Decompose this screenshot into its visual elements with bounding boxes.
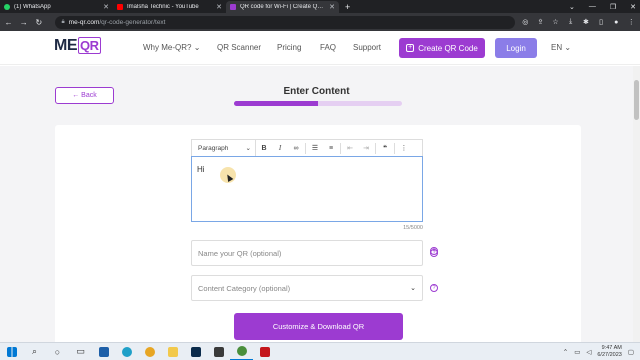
- tab-title: Imalsha Technic - YouTube: [127, 4, 199, 10]
- menu-icon[interactable]: ⋮: [627, 18, 636, 26]
- page-body: ← Back Enter Content Paragraph ⌄ B I ∞ ☰ …: [0, 66, 633, 342]
- system-tray: ⌃ ▭ ◁ 9:47 AM 6/27/2023 ▢: [563, 343, 634, 360]
- file-explorer-icon[interactable]: [161, 343, 184, 360]
- text-editor[interactable]: Hi: [191, 156, 423, 222]
- address-bar[interactable]: 🔒︎ me-qr.com/qr-code-generator/text: [55, 15, 515, 29]
- site-header: ME QR Why Me-QR? ⌄ QR Scanner Pricing FAQ…: [0, 31, 640, 65]
- edge-icon[interactable]: [115, 343, 138, 360]
- chevron-down-icon: ⌄: [564, 43, 572, 52]
- chevron-up-icon[interactable]: ⌃: [563, 348, 568, 356]
- youtube-icon: [117, 4, 123, 10]
- meqr-logo[interactable]: ME QR: [54, 37, 101, 55]
- search-icon[interactable]: ⌕: [23, 343, 46, 360]
- create-qr-button[interactable]: + Create QR Code: [399, 38, 485, 58]
- content-category-select[interactable]: Content Category (optional) ⌄: [191, 275, 423, 301]
- editor-toolbar: Paragraph ⌄ B I ∞ ☰ ≡ ⇤ ⇥ ❝ ⋮: [191, 139, 423, 156]
- close-icon[interactable]: ✕: [103, 3, 109, 11]
- chrome-icon[interactable]: [138, 343, 161, 360]
- forward-arrow-icon[interactable]: →: [19, 18, 28, 27]
- bulleted-list-icon[interactable]: ☰: [307, 144, 323, 152]
- notification-icon[interactable]: ▢: [628, 348, 634, 356]
- back-arrow-icon[interactable]: ←: [4, 18, 13, 27]
- meqr-icon: [230, 4, 236, 10]
- chevron-down-icon: ⌄: [245, 145, 251, 152]
- browser-toolbar: ← → ↻ 🔒︎ me-qr.com/qr-code-generator/tex…: [0, 13, 640, 31]
- scrollbar[interactable]: [633, 66, 640, 342]
- tab-youtube[interactable]: Imalsha Technic - YouTube ✕: [113, 1, 226, 13]
- scrollbar-thumb[interactable]: [634, 80, 639, 120]
- share-icon[interactable]: ⇪: [536, 18, 545, 26]
- avatar[interactable]: ●: [612, 19, 621, 26]
- whatsapp-icon: [4, 4, 10, 10]
- progress-fill: [234, 101, 318, 106]
- acrobat-icon[interactable]: [253, 343, 276, 360]
- extensions-icon[interactable]: ✱: [581, 18, 590, 26]
- window-controls: ⌄ — ❐ ✕: [569, 0, 636, 13]
- tab-whatsapp[interactable]: (1) WhatsApp ✕: [0, 1, 113, 13]
- editor-text: Hi: [197, 165, 205, 174]
- customize-download-button[interactable]: Customize & Download QR: [234, 313, 403, 340]
- reload-icon[interactable]: ↻: [34, 18, 43, 27]
- network-icon[interactable]: ▭: [574, 348, 580, 356]
- tab-meqr[interactable]: QR code for Wi-Fi | Create QR tr... ✕: [226, 1, 339, 13]
- close-icon[interactable]: ✕: [329, 3, 335, 11]
- help-icon[interactable]: ?: [430, 284, 438, 292]
- close-icon[interactable]: ✕: [216, 3, 222, 11]
- clock[interactable]: 9:47 AM 6/27/2023: [597, 345, 621, 359]
- task-view-icon[interactable]: ○: [46, 343, 69, 360]
- url-domain: me-qr.com: [68, 18, 100, 26]
- minimize-icon[interactable]: —: [589, 3, 596, 10]
- link-icon[interactable]: ∞: [288, 145, 304, 152]
- windows-start-icon[interactable]: [0, 343, 23, 360]
- character-counter: 15/5000: [403, 225, 423, 231]
- italic-icon[interactable]: I: [272, 144, 288, 152]
- windows-taskbar: ⌕ ○ ▭ ⌃ ▭ ◁ 9:47 AM 6/27/2023 ▢: [0, 342, 640, 360]
- help-icon[interactable]: ?: [430, 249, 438, 257]
- page-title: Enter Content: [283, 86, 350, 97]
- language-select[interactable]: EN ⌄: [551, 43, 571, 52]
- google-lens-icon[interactable]: ◎: [521, 18, 530, 26]
- chevron-down-icon: ⌄: [193, 43, 201, 52]
- chrome-active-icon[interactable]: [230, 343, 253, 360]
- volume-icon[interactable]: ◁: [586, 348, 591, 356]
- nav-faq[interactable]: FAQ: [320, 43, 336, 52]
- tab-title: QR code for Wi-Fi | Create QR tr...: [240, 4, 326, 10]
- numbered-list-icon[interactable]: ≡: [323, 145, 339, 152]
- url-path: /qr-code-generator/text: [99, 18, 166, 26]
- mail-icon[interactable]: [92, 343, 115, 360]
- photoshop-icon[interactable]: [184, 343, 207, 360]
- chevron-down-icon: ⌄: [410, 285, 416, 292]
- nav-why-meqr[interactable]: Why Me-QR? ⌄: [143, 43, 200, 52]
- close-window-icon[interactable]: ✕: [630, 3, 636, 11]
- qr-name-input[interactable]: Name your QR (optional): [191, 240, 423, 266]
- tab-title: (1) WhatsApp: [14, 4, 51, 10]
- outdent-icon[interactable]: ⇤: [342, 144, 358, 152]
- nav-qr-scanner[interactable]: QR Scanner: [217, 43, 261, 52]
- login-button[interactable]: Login: [495, 38, 537, 58]
- bold-icon[interactable]: B: [256, 145, 272, 152]
- plus-icon: +: [406, 44, 415, 52]
- nav-support[interactable]: Support: [353, 43, 381, 52]
- chevron-down-icon[interactable]: ⌄: [569, 3, 575, 11]
- nav-pricing[interactable]: Pricing: [277, 43, 301, 52]
- task-switch-icon[interactable]: ▭: [69, 343, 92, 360]
- lock-icon: 🔒︎: [61, 18, 65, 25]
- camera-icon[interactable]: [207, 343, 230, 360]
- indent-icon[interactable]: ⇥: [358, 144, 374, 152]
- bookmark-star-icon[interactable]: ☆: [551, 18, 560, 26]
- browser-tab-bar: (1) WhatsApp ✕ Imalsha Technic - YouTube…: [0, 0, 640, 13]
- blockquote-icon[interactable]: ❝: [377, 144, 393, 152]
- maximize-icon[interactable]: ❐: [610, 3, 616, 11]
- paragraph-select[interactable]: Paragraph ⌄: [192, 140, 256, 156]
- more-options-icon[interactable]: ⋮: [396, 144, 412, 152]
- download-icon[interactable]: ⤓: [566, 18, 575, 26]
- progress-bar: [234, 101, 402, 106]
- sidepanel-icon[interactable]: ▯: [596, 18, 605, 26]
- new-tab-button[interactable]: +: [339, 1, 356, 13]
- content-card: Paragraph ⌄ B I ∞ ☰ ≡ ⇤ ⇥ ❝ ⋮ Hi 15/5000 …: [55, 125, 581, 342]
